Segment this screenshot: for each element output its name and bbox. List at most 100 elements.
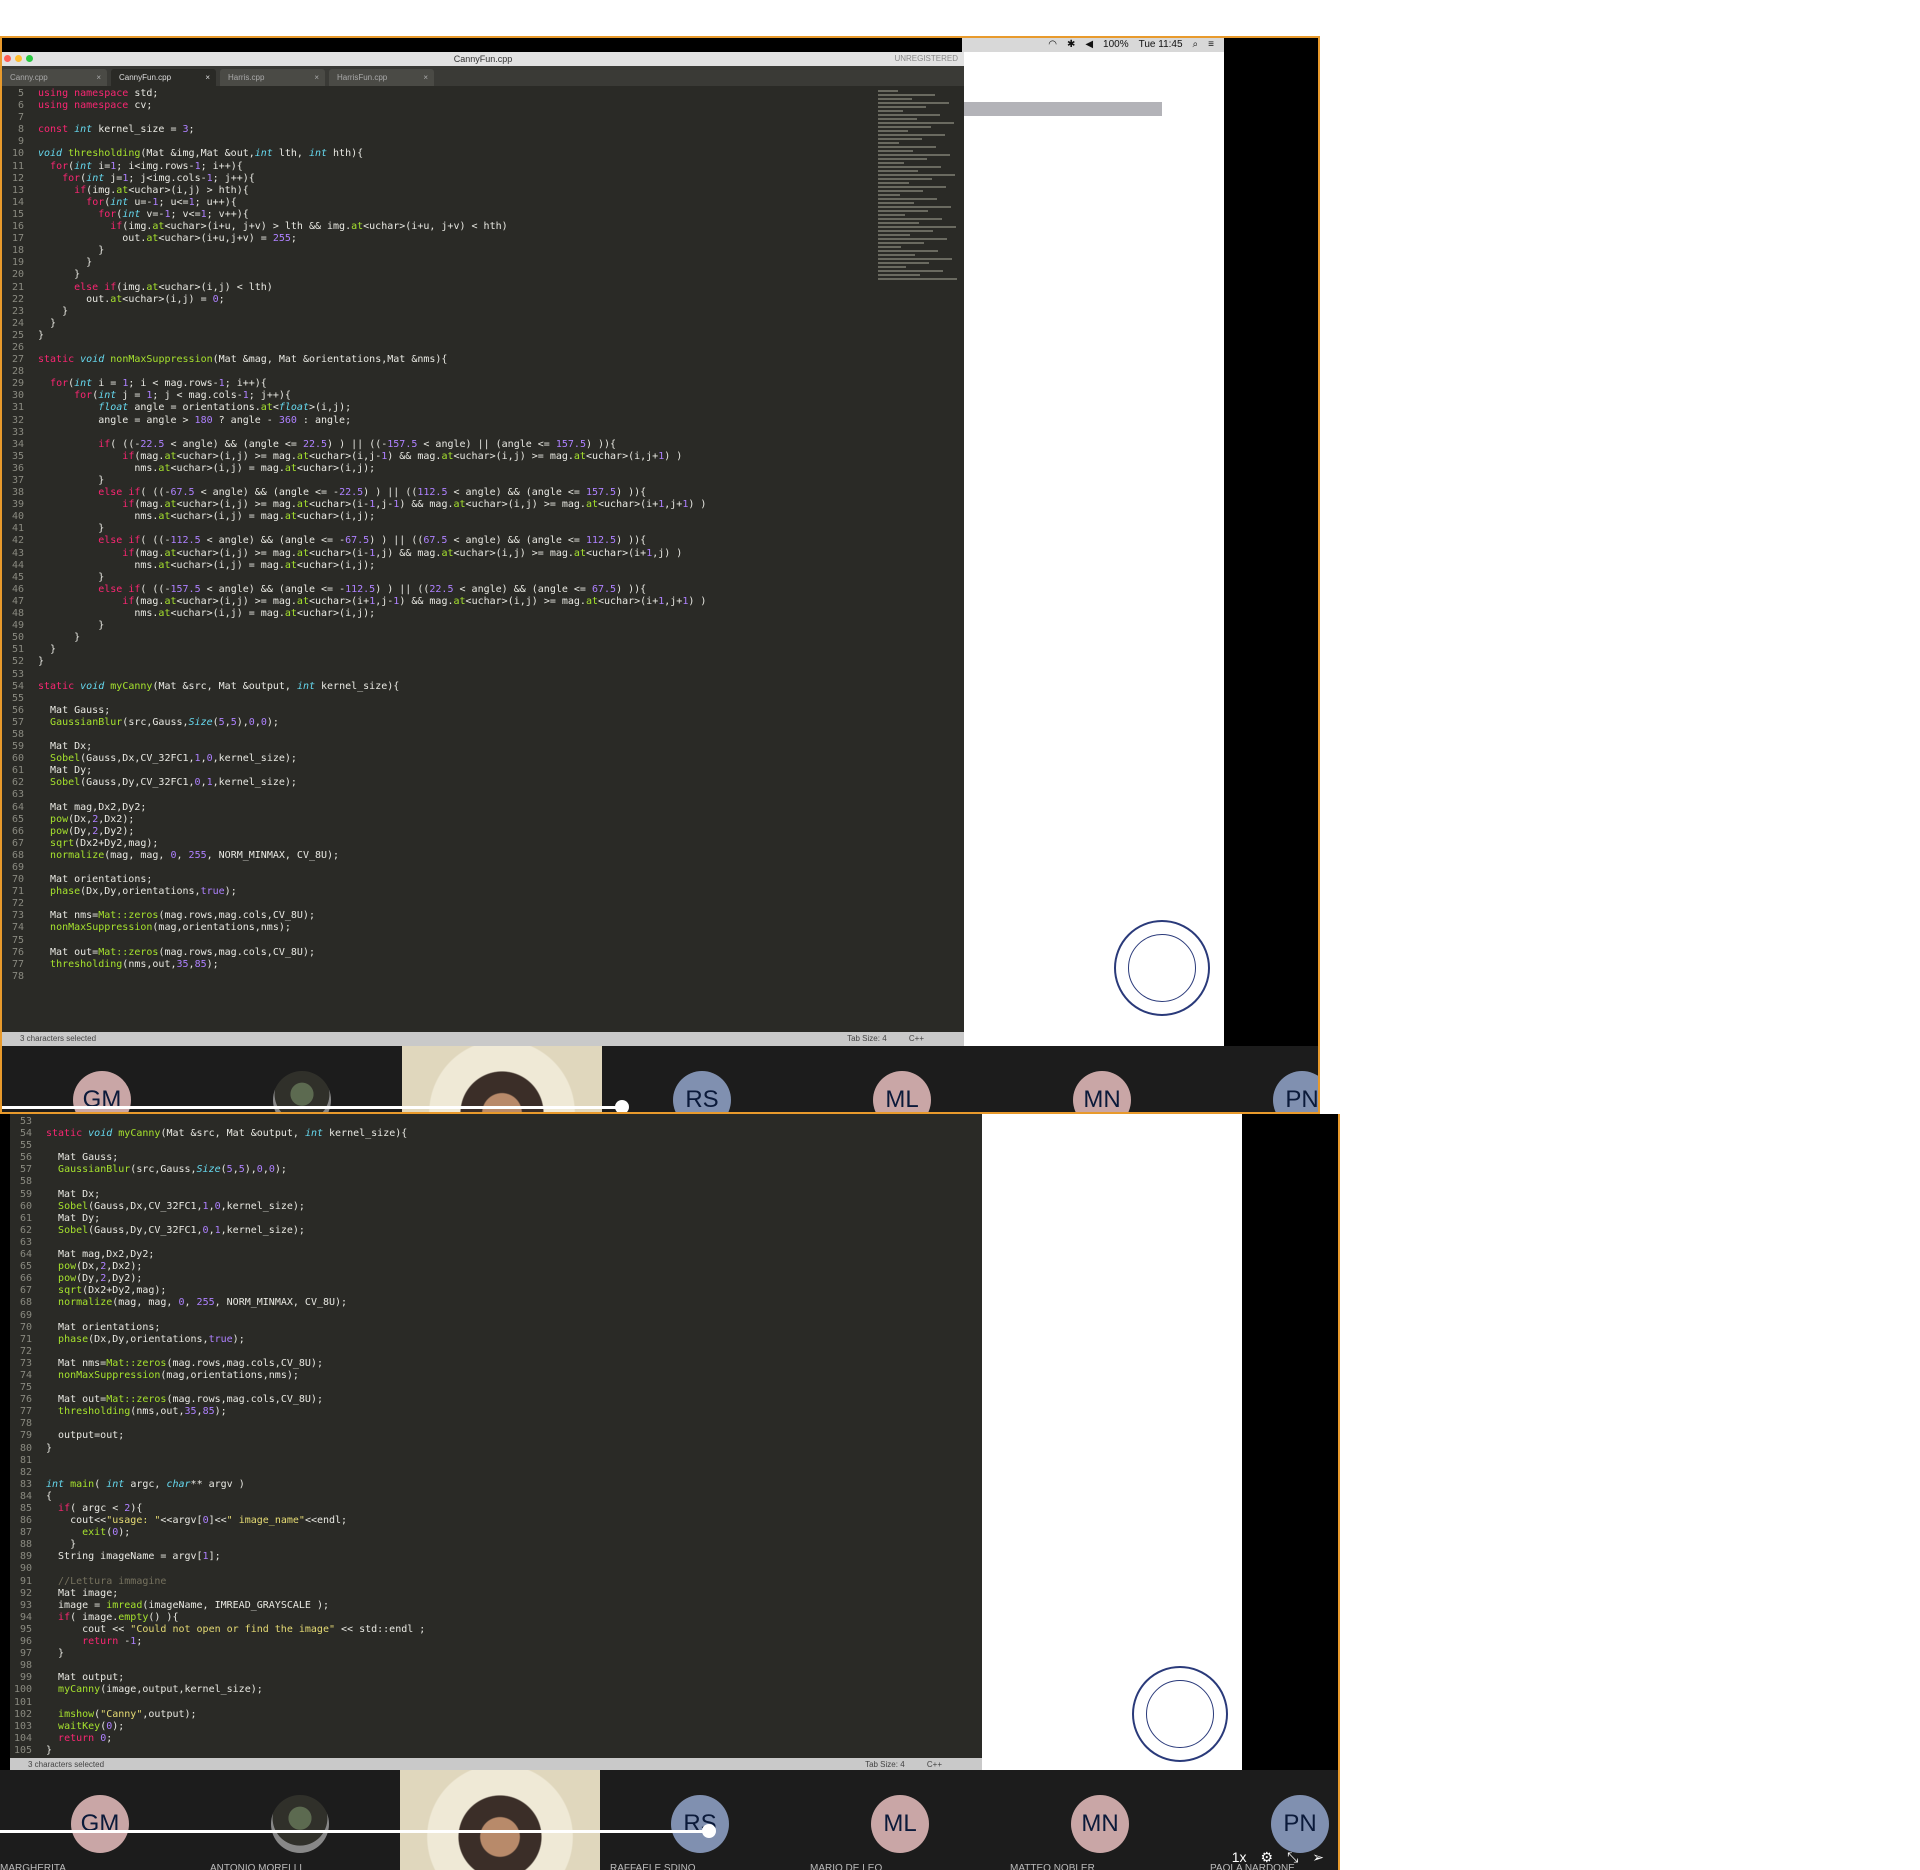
code-line[interactable]: 16 if(img.at<uchar>(i+u, j+v) > lth && i… (2, 221, 964, 233)
code-line[interactable]: 56 Mat Gauss; (10, 1152, 982, 1164)
code-line[interactable]: 42 else if( ((-112.5 < angle) && (angle … (2, 535, 964, 547)
code-line[interactable]: 46 else if( ((-157.5 < angle) && (angle … (2, 584, 964, 596)
code-line[interactable]: 76 Mat out=Mat::zeros(mag.rows,mag.cols,… (10, 1394, 982, 1406)
code-line[interactable]: 57 GaussianBlur(src,Gauss,Size(5,5),0,0)… (2, 717, 964, 729)
participant-tile[interactable]: RSRAFFAELE SDINO (602, 1046, 802, 1112)
code-line[interactable]: 47 if(mag.at<uchar>(i,j) >= mag.at<uchar… (2, 596, 964, 608)
active-speaker-video[interactable] (400, 1770, 600, 1870)
close-tab-icon[interactable]: × (423, 69, 428, 86)
code-line[interactable]: 10 void thresholding(Mat &img,Mat &out,in… (2, 148, 964, 160)
code-line[interactable]: 64 Mat mag,Dx2,Dy2; (2, 802, 964, 814)
code-line[interactable]: 53 (10, 1116, 982, 1128)
code-line[interactable]: 38 else if( ((-67.5 < angle) && (angle <… (2, 487, 964, 499)
code-line[interactable]: 75 (2, 935, 964, 947)
code-line[interactable]: 77 thresholding(nms,out,35,85); (2, 959, 964, 971)
code-line[interactable]: 66 pow(Dy,2,Dy2); (10, 1273, 982, 1285)
code-line[interactable]: 8 const int kernel_size = 3; (2, 124, 964, 136)
code-line[interactable]: 5 using namespace std; (2, 88, 964, 100)
code-line[interactable]: 15 for(int v=-1; v<=1; v++){ (2, 209, 964, 221)
code-line[interactable]: 52} (2, 656, 964, 668)
code-line[interactable]: 87 exit(0); (10, 1527, 982, 1539)
code-line[interactable]: 64 Mat mag,Dx2,Dy2; (10, 1249, 982, 1261)
participant-tile[interactable]: RSRAFFAELE SDINO (600, 1770, 800, 1870)
code-line[interactable]: 68 normalize(mag, mag, 0, 255, NORM_MINM… (2, 850, 964, 862)
editor-tab[interactable]: Harris.cpp × (220, 69, 325, 86)
code-line[interactable]: 34 if( ((-22.5 < angle) && (angle <= 22.… (2, 439, 964, 451)
code-line[interactable]: 94 if( image.empty() ){ (10, 1612, 982, 1624)
code-line[interactable]: 9 (2, 136, 964, 148)
code-line[interactable]: 67 sqrt(Dx2+Dy2,mag); (10, 1285, 982, 1297)
code-line[interactable]: 101 (10, 1697, 982, 1709)
minimize-icon[interactable]: ⤡ (1287, 1849, 1298, 1866)
code-line[interactable]: 59 Mat Dx; (2, 741, 964, 753)
code-line[interactable]: 54 static void myCanny(Mat &src, Mat &out… (10, 1128, 982, 1140)
code-line[interactable]: 93 image = imread(imageName, IMREAD_GRAY… (10, 1600, 982, 1612)
editor-tab[interactable]: HarrisFun.cpp × (329, 69, 434, 86)
code-line[interactable]: 28 (2, 366, 964, 378)
zoom-window-icon[interactable] (26, 55, 33, 62)
editor-tab[interactable]: CannyFun.cpp × (111, 69, 216, 86)
share-icon[interactable]: ➢ (1312, 1849, 1324, 1866)
code-line[interactable]: 61 Mat Dy; (2, 765, 964, 777)
code-line[interactable]: 54 static void myCanny(Mat &src, Mat &out… (2, 681, 964, 693)
language-status[interactable]: C++ (909, 1034, 924, 1043)
minimap[interactable] (878, 88, 958, 288)
participant-tile[interactable]: GMRGHERITA (2, 1046, 202, 1112)
tab-size-status[interactable]: Tab Size: 4 (865, 1760, 905, 1769)
code-line[interactable]: 23 } (2, 306, 964, 318)
code-line[interactable]: 13 if(img.at<uchar>(i,j) > hth){ (2, 185, 964, 197)
speed-button[interactable]: 1x (1232, 1849, 1247, 1866)
code-area[interactable]: 5 using namespace std; 6 using namespace cv… (2, 86, 964, 983)
code-line[interactable]: 69 (2, 862, 964, 874)
code-line[interactable]: 39 if(mag.at<uchar>(i,j) >= mag.at<uchar… (2, 499, 964, 511)
code-line[interactable]: 71 phase(Dx,Dy,orientations,true); (10, 1334, 982, 1346)
code-line[interactable]: 44 nms.at<uchar>(i,j) = mag.at<uchar>(i,… (2, 560, 964, 572)
code-line[interactable]: 70 Mat orientations; (2, 874, 964, 886)
code-line[interactable]: 60 Sobel(Gauss,Dx,CV_32FC1,1,0,kernel_si… (10, 1201, 982, 1213)
participant-tile[interactable]: MNMATTEO NOBLER (1002, 1046, 1202, 1112)
code-line[interactable]: 29 for(int i = 1; i < mag.rows-1; i++){ (2, 378, 964, 390)
code-line[interactable]: 105} (10, 1745, 982, 1757)
active-speaker-video[interactable] (402, 1046, 602, 1112)
code-line[interactable]: 60 Sobel(Gauss,Dx,CV_32FC1,1,0,kernel_si… (2, 753, 964, 765)
code-line[interactable]: 97 } (10, 1648, 982, 1660)
code-line[interactable]: 63 (10, 1237, 982, 1249)
code-line[interactable]: 79 output=out; (10, 1430, 982, 1442)
close-tab-icon[interactable]: × (314, 69, 319, 86)
code-area[interactable]: 53 54 static void myCanny(Mat &src, Mat &o… (10, 1114, 982, 1757)
code-line[interactable]: 55 (2, 693, 964, 705)
code-line[interactable]: 40 nms.at<uchar>(i,j) = mag.at<uchar>(i,… (2, 511, 964, 523)
code-line[interactable]: 73 Mat nms=Mat::zeros(mag.rows,mag.cols,… (10, 1358, 982, 1370)
code-line[interactable]: 78 (10, 1418, 982, 1430)
code-line[interactable]: 35 if(mag.at<uchar>(i,j) >= mag.at<uchar… (2, 451, 964, 463)
code-line[interactable]: 65 pow(Dx,2,Dx2); (10, 1261, 982, 1273)
code-line[interactable]: 19 } (2, 257, 964, 269)
language-status[interactable]: C++ (927, 1760, 942, 1769)
code-line[interactable]: 76 Mat out=Mat::zeros(mag.rows,mag.cols,… (2, 947, 964, 959)
code-line[interactable]: 30 for(int j = 1; j < mag.cols-1; j++){ (2, 390, 964, 402)
code-line[interactable]: 20 } (2, 269, 964, 281)
code-line[interactable]: 59 Mat Dx; (10, 1189, 982, 1201)
code-line[interactable]: 43 if(mag.at<uchar>(i,j) >= mag.at<uchar… (2, 548, 964, 560)
code-line[interactable]: 71 phase(Dx,Dy,orientations,true); (2, 886, 964, 898)
participant-tile[interactable]: ANTONIO MORELLI (200, 1770, 400, 1870)
code-line[interactable]: 86 cout<<"usage: "<<argv[0]<<" image_nam… (10, 1515, 982, 1527)
menu-list-icon[interactable]: ≡ (1208, 38, 1214, 52)
settings-gear-icon[interactable]: ⚙ (1261, 1849, 1274, 1866)
close-tab-icon[interactable]: × (96, 69, 101, 86)
code-line[interactable]: 24 } (2, 318, 964, 330)
code-line[interactable]: 82 (10, 1467, 982, 1479)
code-line[interactable]: 61 Mat Dy; (10, 1213, 982, 1225)
code-line[interactable]: 100 myCanny(image,output,kernel_size); (10, 1684, 982, 1696)
code-line[interactable]: 41 } (2, 523, 964, 535)
code-line[interactable]: 102 imshow("Canny",output); (10, 1709, 982, 1721)
tab-size-status[interactable]: Tab Size: 4 (847, 1034, 887, 1043)
participant-tile[interactable]: PNPAOLA NARDONE (1202, 1046, 1318, 1112)
code-line[interactable]: 26 (2, 342, 964, 354)
code-line[interactable]: 74 nonMaxSuppression(mag,orientations,nm… (10, 1370, 982, 1382)
close-tab-icon[interactable]: × (205, 69, 210, 86)
code-line[interactable]: 67 sqrt(Dx2+Dy2,mag); (2, 838, 964, 850)
code-line[interactable]: 48 nms.at<uchar>(i,j) = mag.at<uchar>(i,… (2, 608, 964, 620)
code-line[interactable]: 49 } (2, 620, 964, 632)
code-line[interactable]: 22 out.at<uchar>(i,j) = 0; (2, 294, 964, 306)
